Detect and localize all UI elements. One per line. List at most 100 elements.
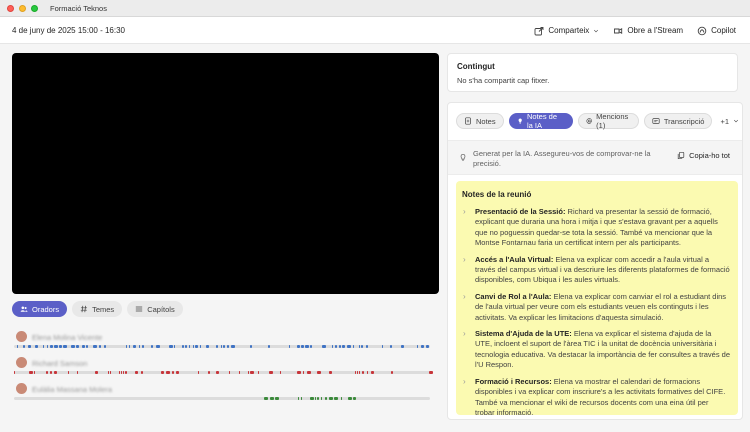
note-item[interactable]: › Canvi de Rol a l'Aula: Elena va explic… xyxy=(459,292,730,323)
speaking-segment xyxy=(357,371,358,374)
meeting-notes: Notes de la reunió › Presentació de la S… xyxy=(456,181,738,418)
speaking-segment xyxy=(305,345,309,348)
speaking-segment xyxy=(82,345,85,348)
note-heading: Accés a l'Aula Virtual: xyxy=(475,254,554,264)
speaking-segment xyxy=(239,371,240,374)
panel-tabs: Notes Notes de la IA Mencions (1) Transc… xyxy=(456,112,742,130)
speaking-segment xyxy=(71,345,75,348)
note-item[interactable]: › Formació i Recursos: Elena va mostrar … xyxy=(459,377,730,419)
speaking-segment xyxy=(307,371,311,374)
speaking-segment xyxy=(35,345,38,348)
speaking-segment xyxy=(322,345,326,348)
speaker-track[interactable] xyxy=(14,397,430,400)
stream-icon xyxy=(614,27,623,34)
window-title: Formació Teknos xyxy=(50,3,107,13)
speaking-segment xyxy=(335,345,337,348)
speaking-segment xyxy=(250,345,252,348)
speaker-row[interactable]: Elena Molina Vicente xyxy=(12,329,432,355)
tab-mentions[interactable]: Mencions (1) xyxy=(577,112,639,130)
avatar xyxy=(16,331,27,342)
tab-transcript-label: Transcripció xyxy=(663,116,705,126)
speaking-segment xyxy=(303,371,304,374)
speaking-segment xyxy=(86,345,88,348)
note-item[interactable]: › Accés a l'Aula Virtual: Elena va expli… xyxy=(459,255,730,286)
avatar xyxy=(16,357,27,368)
speaking-segment xyxy=(119,371,120,374)
speaker-row[interactable]: Richard Samson xyxy=(12,355,433,381)
speaker-name: Elena Molina Vicente xyxy=(32,333,103,342)
note-heading: Presentació de la Sessió: xyxy=(475,207,566,216)
speaking-segment xyxy=(76,345,79,348)
speaking-segment xyxy=(371,371,374,374)
tab-ai-notes-label: Notes de la IA xyxy=(527,112,558,130)
tab-transcript[interactable]: Transcripció xyxy=(643,113,713,129)
speaking-segment xyxy=(317,371,321,374)
chevron-right-icon: › xyxy=(463,207,466,216)
speaking-segment xyxy=(59,345,62,348)
speaking-segment xyxy=(289,345,290,348)
share-button[interactable]: Comparteix xyxy=(534,26,599,36)
speaking-segment xyxy=(391,371,393,374)
speaking-segment xyxy=(329,371,332,374)
copilot-button[interactable]: Copilot xyxy=(697,26,736,36)
speaking-segment xyxy=(135,371,138,374)
speaking-segment xyxy=(342,345,345,348)
tab-chapters-label: Capítols xyxy=(147,304,175,314)
copilot-label: Copilot xyxy=(711,26,736,35)
speaking-segment xyxy=(54,371,57,374)
speaking-segment xyxy=(390,345,392,348)
minimize-window-button[interactable] xyxy=(19,4,26,12)
speaking-segment xyxy=(333,397,338,400)
close-window-button[interactable] xyxy=(7,4,14,12)
list-icon xyxy=(135,306,143,312)
speaking-segment xyxy=(50,345,53,348)
speaking-segment xyxy=(347,397,352,400)
note-item[interactable]: › Sistema d'Ajuda de la UTE: Elena va ex… xyxy=(459,329,730,371)
tab-chapters[interactable]: Capítols xyxy=(127,301,183,317)
speaking-segment xyxy=(95,371,98,374)
tab-notes[interactable]: Notes xyxy=(456,113,504,129)
speaking-segment xyxy=(185,345,187,348)
tab-speakers-label: Oradors xyxy=(32,304,60,314)
speaker-row[interactable]: Eulàlia Massana Molera xyxy=(12,381,432,407)
speaking-segment xyxy=(426,345,429,348)
speaker-track[interactable] xyxy=(14,371,433,374)
speaking-segment xyxy=(332,345,333,348)
note-item[interactable]: › Presentació de la Sessió: Richard va p… xyxy=(459,207,730,249)
speaking-segment xyxy=(221,345,222,348)
tab-ai-notes[interactable]: Notes de la IA xyxy=(508,112,573,130)
speaking-segment xyxy=(280,371,281,374)
speaking-segment xyxy=(352,397,356,400)
copy-all-button[interactable]: Copia-ho tot xyxy=(677,151,730,160)
video-player[interactable] xyxy=(12,53,439,294)
meeting-header: 4 de juny de 2025 15:00 - 16:30 Comparte… xyxy=(0,17,750,44)
maximize-window-button[interactable] xyxy=(31,4,38,12)
speaking-segment xyxy=(208,371,210,374)
notes-panel: Notes Notes de la IA Mencions (1) Transc… xyxy=(447,102,743,420)
speaking-segment xyxy=(367,371,368,374)
at-icon xyxy=(586,118,592,124)
note-heading: Canvi de Rol a l'Aula: xyxy=(475,291,552,301)
speaking-segment xyxy=(23,345,25,348)
speaking-segment xyxy=(309,397,314,400)
more-tabs-button[interactable]: +1 xyxy=(717,113,742,129)
open-in-stream-button[interactable]: Obre a l'Stream xyxy=(613,26,683,36)
speaking-segment xyxy=(382,345,383,348)
tab-speakers[interactable]: Oradors xyxy=(12,301,68,317)
speaker-name: Richard Samson xyxy=(32,359,88,368)
speaking-segment xyxy=(340,397,342,400)
speaking-segment xyxy=(47,345,48,348)
speaking-segment xyxy=(151,345,153,348)
people-icon xyxy=(20,306,28,312)
note-heading: Formació i Recursos: xyxy=(475,376,552,386)
main-area: Oradors Temes Capítols Elena Molina Vice… xyxy=(0,44,750,432)
notes-list: › Presentació de la Sessió: Richard va p… xyxy=(459,207,730,418)
speaker-track[interactable] xyxy=(14,345,430,348)
tab-topics[interactable]: Temes xyxy=(72,301,123,317)
meeting-time: 4 de juny de 2025 15:00 - 16:30 xyxy=(12,25,125,35)
speaking-segment xyxy=(223,345,225,348)
speaking-segment xyxy=(301,345,304,348)
speaking-segment xyxy=(269,371,273,374)
speaking-segment xyxy=(268,345,270,348)
speaking-segment xyxy=(195,345,198,348)
